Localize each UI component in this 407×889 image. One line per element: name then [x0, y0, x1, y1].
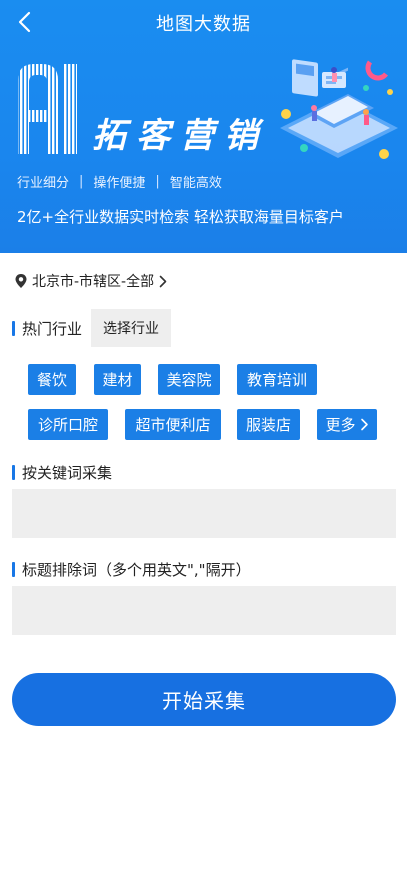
feature-list: 行业细分 | 操作便捷 | 智能高效 [17, 172, 222, 191]
chevron-right-icon [360, 418, 368, 431]
feature-item: 行业细分 [17, 176, 70, 191]
feature-divider: | [155, 174, 160, 189]
top-bar: 地图大数据 [0, 0, 407, 44]
keyword-input[interactable] [12, 489, 396, 538]
select-industry-button[interactable]: 选择行业 [91, 309, 171, 347]
keywords-title: 按关键词采集 [22, 464, 113, 482]
chevron-right-icon [159, 275, 167, 287]
section-accent-bar [12, 465, 15, 480]
industry-tag[interactable]: 餐饮 [28, 364, 76, 395]
exclude-title: 标题排除词（多个用英文","隔开） [22, 561, 251, 579]
section-accent-bar [12, 562, 15, 577]
banner-subtitle: 2亿+全行业数据实时检索 轻松获取海量目标客户 [17, 208, 344, 226]
location-pin-icon [15, 274, 27, 288]
marketing-illustration [280, 59, 398, 159]
hot-industry-heading: 热门行业 [12, 318, 82, 339]
more-label: 更多 [325, 416, 356, 434]
hot-industry-title: 热门行业 [22, 320, 83, 338]
section-accent-bar [12, 321, 15, 336]
feature-divider: | [79, 174, 84, 189]
banner-slogan: 拓客营销 [92, 116, 268, 156]
location-selector[interactable]: 北京市-市辖区-全部 [14, 271, 171, 291]
industry-tag[interactable]: 美容院 [158, 364, 220, 395]
keywords-heading: 按关键词采集 [12, 462, 112, 483]
feature-item: 智能高效 [169, 176, 222, 191]
banner: 地图大数据 拓客营销 行业细分 | 操作便捷 | 智能高效 2亿+全行业数据实时… [0, 0, 407, 253]
exclude-heading: 标题排除词（多个用英文","隔开） [12, 559, 251, 580]
industry-tag[interactable]: 服装店 [237, 409, 300, 440]
page-title: 地图大数据 [156, 14, 251, 35]
more-industries-button[interactable]: 更多 [317, 409, 377, 440]
industry-tag[interactable]: 超市便利店 [125, 409, 221, 440]
ai-logo-graphic [18, 64, 77, 154]
industry-tag[interactable]: 建材 [94, 364, 141, 395]
start-collect-button[interactable]: 开始采集 [12, 673, 396, 726]
location-text: 北京市-市辖区-全部 [32, 274, 155, 290]
industry-tag[interactable]: 教育培训 [237, 364, 317, 395]
feature-item: 操作便捷 [93, 176, 146, 191]
exclude-words-input[interactable] [12, 586, 396, 635]
industry-tag[interactable]: 诊所口腔 [28, 409, 108, 440]
